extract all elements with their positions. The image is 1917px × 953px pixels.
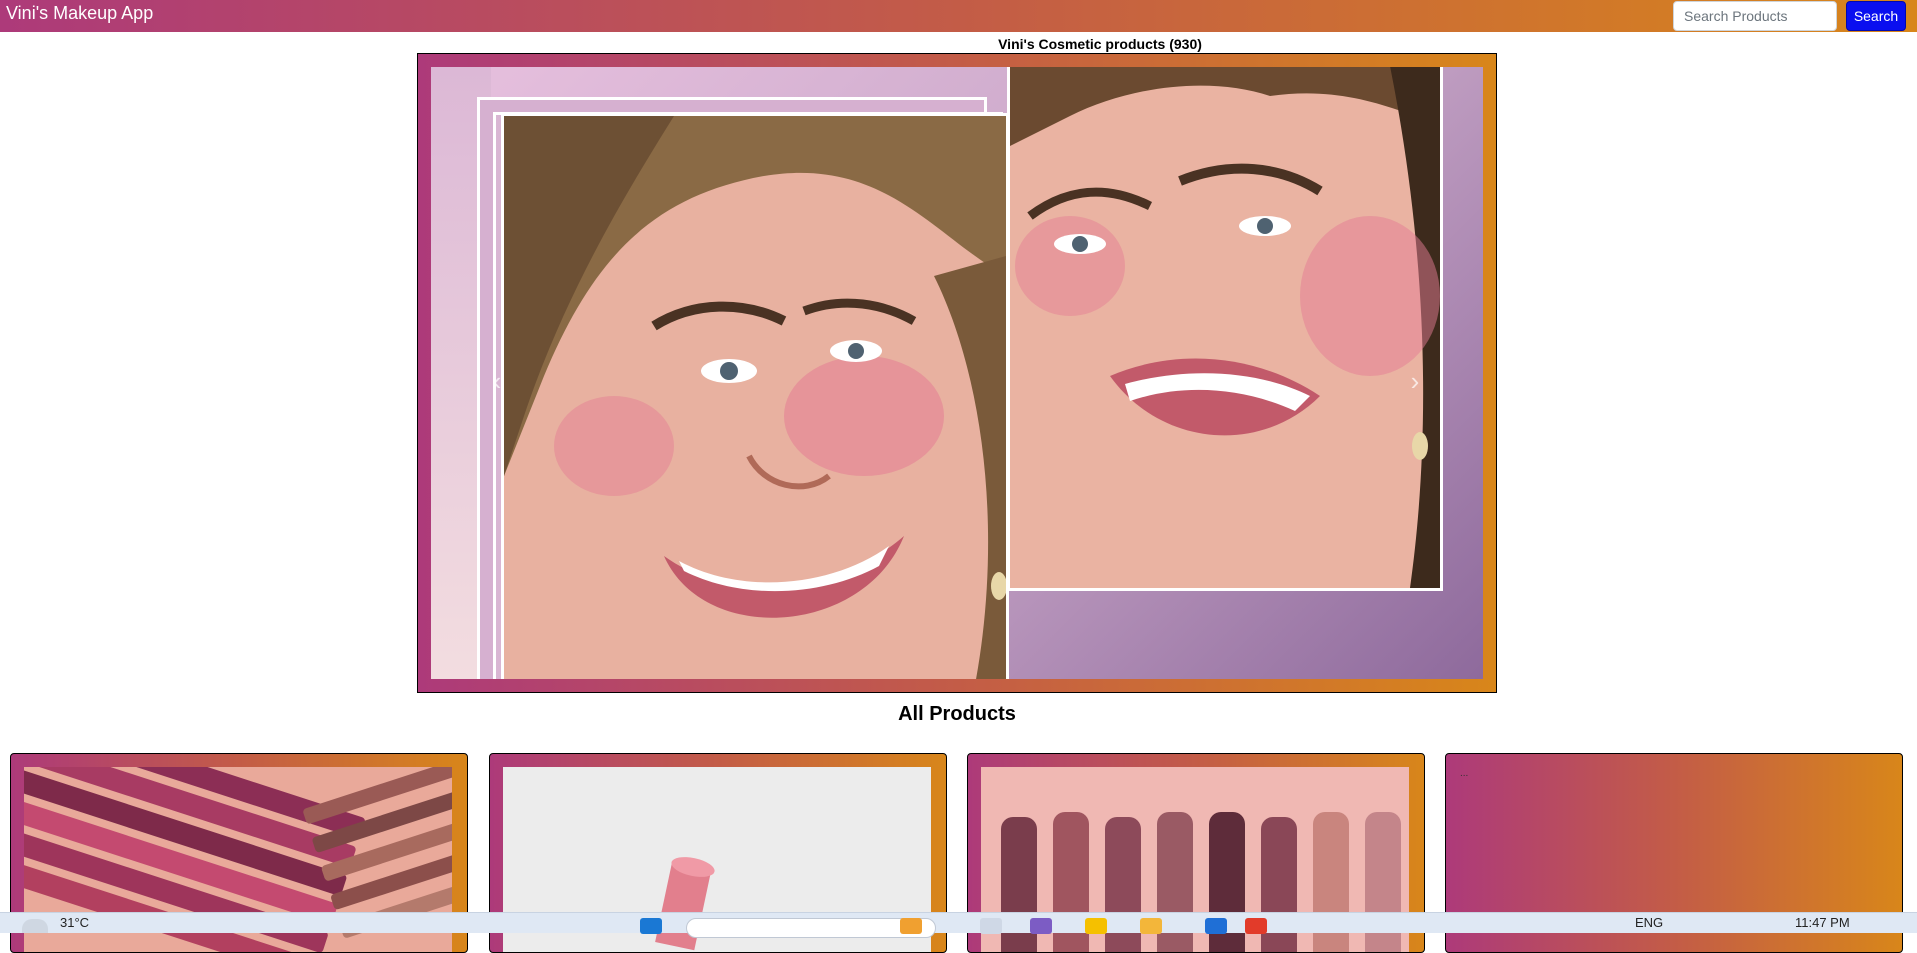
page-title: Vini's Cosmetic products (930): [998, 36, 1202, 52]
model-photo-left: [501, 113, 1009, 679]
product-card-text: ...: [1460, 768, 1469, 779]
search-button[interactable]: Search: [1846, 1, 1906, 31]
language-indicator[interactable]: ENG: [1635, 915, 1663, 930]
search-input[interactable]: [1673, 1, 1837, 31]
os-taskbar: 31°C ENG 11:47 PM: [0, 912, 1917, 938]
model-photo-right: [1007, 67, 1443, 591]
weather-temperature[interactable]: 31°C: [60, 915, 89, 930]
carousel-next-button[interactable]: ›: [1405, 366, 1425, 396]
top-navbar: Vini's Makeup App Search: [0, 0, 1917, 32]
hero-carousel: [417, 53, 1497, 693]
clock[interactable]: 11:47 PM: [1795, 915, 1850, 930]
carousel-slide: [431, 67, 1483, 679]
weather-icon[interactable]: [22, 919, 48, 933]
taskbar-search-box[interactable]: [686, 918, 936, 938]
all-products-heading: All Products: [898, 703, 1016, 725]
brand-title[interactable]: Vini's Makeup App: [6, 3, 153, 24]
carousel-prev-button[interactable]: ‹: [487, 366, 507, 396]
